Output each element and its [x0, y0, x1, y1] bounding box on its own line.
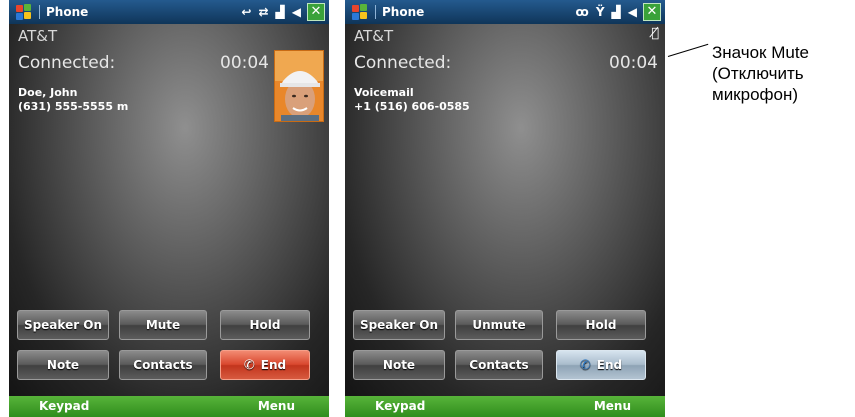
- keypad-softkey[interactable]: Keypad: [39, 399, 89, 413]
- signal-icon[interactable]: ▟: [612, 3, 621, 21]
- voicemail-icon[interactable]: ꝏ: [576, 3, 589, 21]
- sync-icon[interactable]: ⇄: [258, 3, 268, 21]
- title-separator: [375, 5, 376, 19]
- caller-number: +1 (516) 606-0585: [354, 100, 470, 113]
- signal-icon[interactable]: ▟: [276, 3, 285, 21]
- keypad-softkey[interactable]: Keypad: [375, 399, 425, 413]
- windows-start-icon[interactable]: [15, 3, 33, 21]
- speaker-icon[interactable]: ◀: [628, 3, 637, 21]
- caller-number: (631) 555-5555 m: [18, 100, 129, 113]
- app-title: Phone: [46, 5, 89, 19]
- speaker-on-button[interactable]: Speaker On: [17, 310, 109, 340]
- phone-handset-icon: ✆: [243, 357, 255, 373]
- contacts-button[interactable]: Contacts: [119, 350, 207, 380]
- call-timer: 00:04: [220, 53, 269, 73]
- note-button[interactable]: Note: [353, 350, 445, 380]
- softkey-bar: Keypad Menu: [345, 396, 665, 417]
- mute-icon-callout: Значок Mute (Отключить микрофон): [712, 42, 809, 105]
- note-button[interactable]: Note: [17, 350, 109, 380]
- status-icons: ꝏ Ÿ ▟ ◀: [576, 3, 637, 21]
- end-call-label: End: [260, 358, 287, 372]
- contacts-button[interactable]: Contacts: [455, 350, 543, 380]
- title-separator: [39, 5, 40, 19]
- connection-status: Connected:: [354, 53, 452, 73]
- app-title: Phone: [382, 5, 425, 19]
- carrier-name: AT&T: [354, 27, 394, 45]
- callout-line-3: микрофон): [712, 85, 799, 104]
- unmute-button[interactable]: Unmute: [455, 310, 543, 340]
- speaker-icon[interactable]: ◀: [292, 3, 301, 21]
- speaker-on-button[interactable]: Speaker On: [353, 310, 445, 340]
- close-icon[interactable]: ✕: [307, 3, 325, 21]
- menu-softkey[interactable]: Menu: [594, 399, 631, 413]
- contact-photo: [274, 50, 324, 122]
- title-bar: Phone ↩ ⇄ ▟ ◀ ✕: [9, 0, 329, 24]
- end-call-button[interactable]: ✆ End: [556, 350, 646, 380]
- call-timer: 00:04: [609, 53, 658, 73]
- call-forward-icon[interactable]: ↩: [241, 3, 251, 21]
- call-screen: AT&T Connected: 00:04 Doe, John (631) 55…: [9, 24, 329, 396]
- close-icon[interactable]: ✕: [643, 3, 661, 21]
- callout-line-1: Значок Mute: [712, 43, 810, 62]
- callout-line: [667, 43, 709, 57]
- phone-screen-left: Phone ↩ ⇄ ▟ ◀ ✕ AT&T Connected: 00:04 Do…: [9, 0, 329, 417]
- softkey-bar: Keypad Menu: [9, 396, 329, 417]
- windows-start-icon[interactable]: [351, 3, 369, 21]
- hold-button[interactable]: Hold: [220, 310, 310, 340]
- caller-name: Voicemail: [354, 86, 414, 99]
- menu-softkey[interactable]: Menu: [258, 399, 295, 413]
- call-screen: AT&T 🎙̸ Connected: 00:04 Voicemail +1 (5…: [345, 24, 665, 396]
- connection-status: Connected:: [18, 53, 116, 73]
- carrier-name: AT&T: [18, 27, 58, 45]
- end-call-label: End: [596, 358, 623, 372]
- caller-name: Doe, John: [18, 86, 78, 99]
- phone-handset-icon: ✆: [579, 357, 591, 373]
- end-call-button[interactable]: ✆ End: [220, 350, 310, 380]
- title-bar: Phone ꝏ Ÿ ▟ ◀ ✕: [345, 0, 665, 24]
- callout-line-2: (Отключить: [712, 64, 804, 83]
- phone-screen-right: Phone ꝏ Ÿ ▟ ◀ ✕ AT&T 🎙̸ Connected: 00:04…: [345, 0, 665, 417]
- hold-button[interactable]: Hold: [556, 310, 646, 340]
- status-icons: ↩ ⇄ ▟ ◀: [241, 3, 301, 21]
- antenna-icon[interactable]: Ÿ: [596, 3, 605, 21]
- microphone-muted-icon: 🎙̸: [651, 26, 659, 41]
- mute-button[interactable]: Mute: [119, 310, 207, 340]
